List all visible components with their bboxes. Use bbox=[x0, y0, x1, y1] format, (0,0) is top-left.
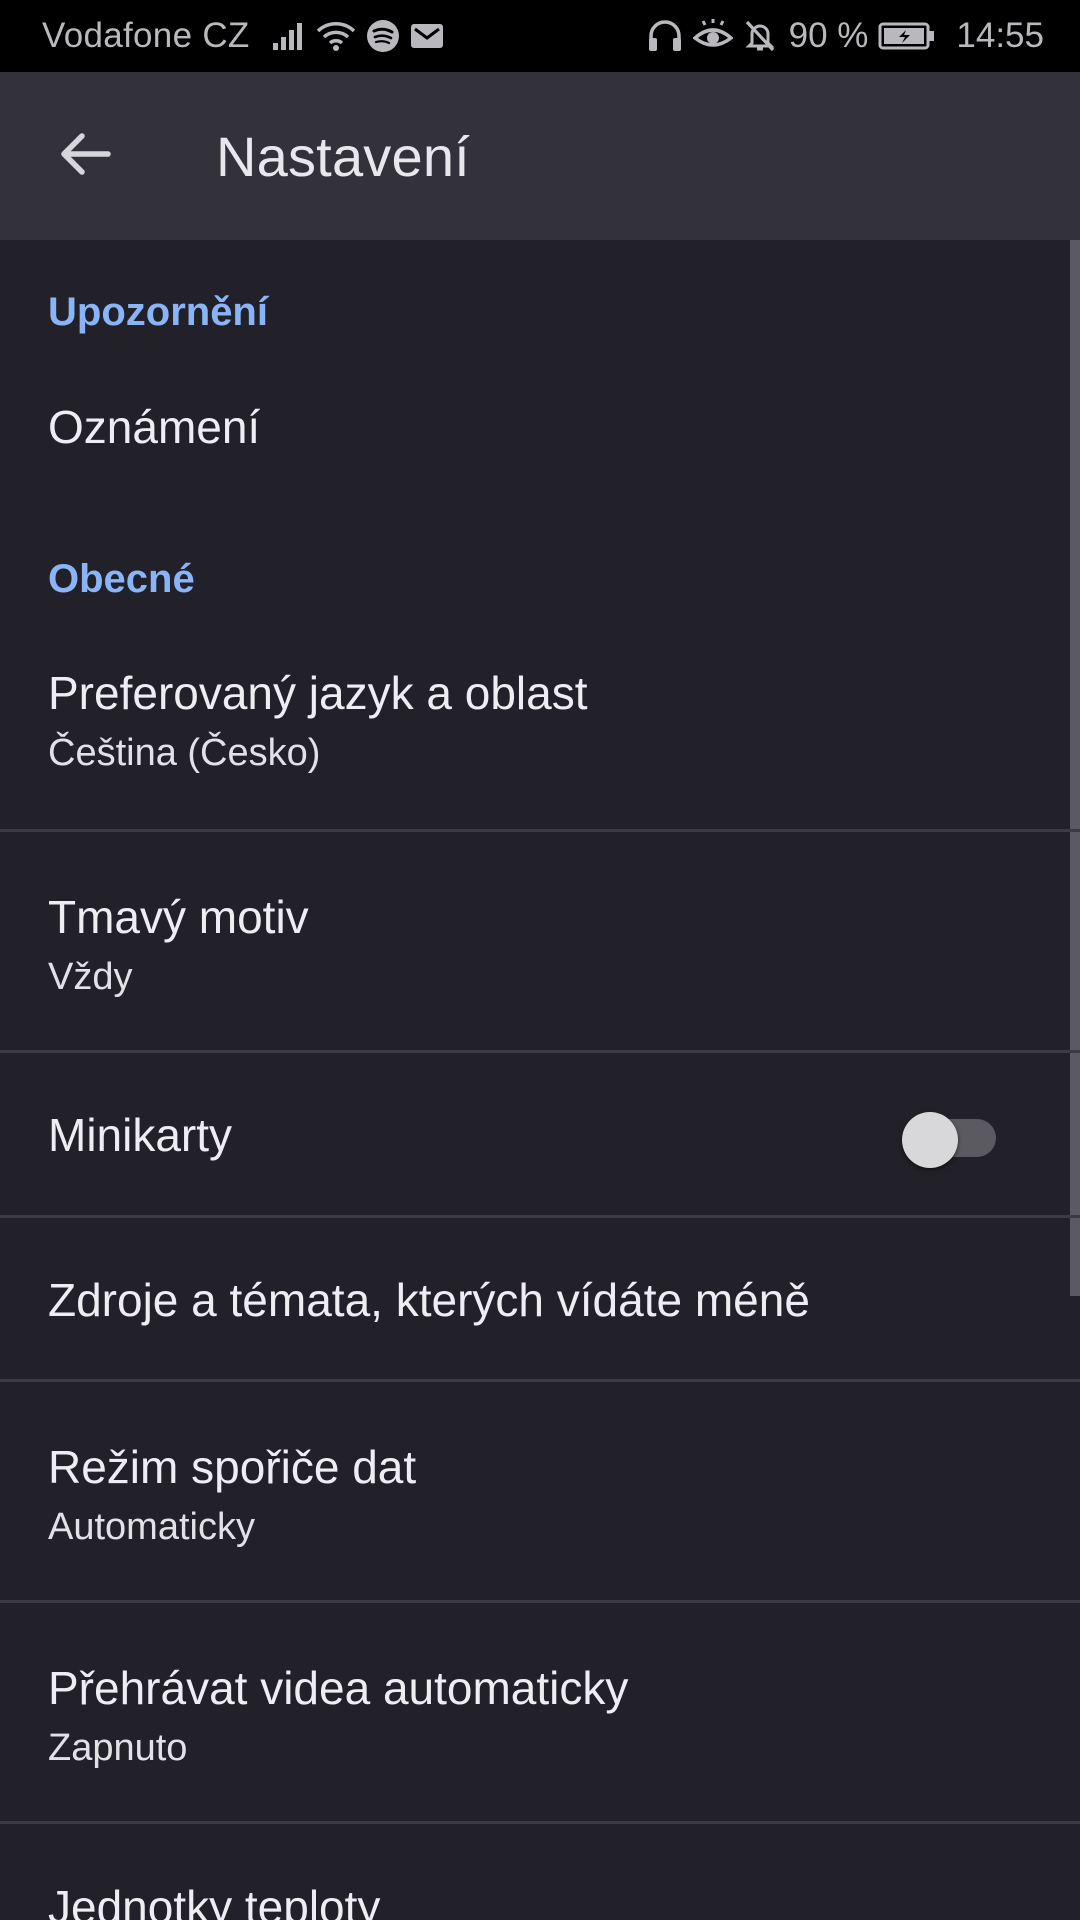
pref-summary: Čeština (Česko) bbox=[48, 732, 321, 774]
app-bar: Nastavení bbox=[0, 72, 1080, 240]
pref-notifications[interactable]: Oznámení bbox=[0, 380, 1070, 520]
spotify-icon bbox=[366, 19, 400, 53]
clock: 14:55 bbox=[956, 16, 1044, 55]
mail-icon bbox=[410, 22, 444, 50]
minicards-toggle[interactable] bbox=[898, 1107, 1002, 1168]
pref-dark-theme[interactable]: Tmavý motiv Vždy bbox=[0, 832, 1070, 1050]
section-header-notifications: Upozornění bbox=[48, 290, 268, 334]
pref-temperature[interactable]: Jednotky teploty bbox=[0, 1824, 1070, 1920]
status-bar-right: 90 % 14:55 bbox=[647, 16, 1044, 56]
scrollbar[interactable] bbox=[1070, 240, 1080, 1296]
battery-icon bbox=[878, 21, 936, 51]
wifi-icon bbox=[316, 20, 356, 52]
status-bar: Vodafone CZ 90 % 14:55 bbox=[0, 0, 1080, 72]
toggle-thumb bbox=[902, 1112, 958, 1168]
pref-summary: Vždy bbox=[48, 956, 133, 998]
pref-title: Minikarty bbox=[48, 1109, 233, 1161]
pref-title: Režim spořiče dat bbox=[48, 1441, 417, 1493]
settings-screen: Vodafone CZ 90 % 14:55 Nastavení Upozorn… bbox=[0, 0, 1080, 1920]
pref-title: Tmavý motiv bbox=[48, 891, 309, 943]
signal-icon bbox=[272, 21, 306, 51]
bell-off-icon bbox=[743, 19, 777, 53]
pref-title: Preferovaný jazyk a oblast bbox=[48, 667, 588, 719]
battery-percent: 90 % bbox=[788, 16, 869, 55]
headphones-icon bbox=[647, 19, 683, 53]
page-title: Nastavení bbox=[216, 124, 470, 188]
section-header-general: Obecné bbox=[48, 557, 195, 601]
pref-data-saver[interactable]: Režim spořiče dat Automaticky bbox=[0, 1382, 1070, 1600]
carrier-name: Vodafone CZ bbox=[42, 16, 250, 55]
status-bar-left: Vodafone CZ bbox=[42, 16, 454, 56]
pref-sources[interactable]: Zdroje a témata, kterých vídáte méně bbox=[0, 1218, 1070, 1380]
pref-language[interactable]: Preferovaný jazyk a oblast Čeština (Česk… bbox=[0, 640, 1070, 830]
pref-title: Jednotky teploty bbox=[48, 1881, 381, 1920]
pref-title: Oznámení bbox=[48, 401, 261, 453]
pref-title: Zdroje a témata, kterých vídáte méně bbox=[48, 1274, 810, 1326]
back-button[interactable] bbox=[0, 72, 168, 240]
eye-icon bbox=[692, 19, 733, 53]
pref-title: Přehrávat videa automaticky bbox=[48, 1662, 629, 1714]
arrow-back-icon bbox=[56, 130, 112, 183]
pref-autoplay[interactable]: Přehrávat videa automaticky Zapnuto bbox=[0, 1603, 1070, 1821]
pref-summary: Zapnuto bbox=[48, 1727, 188, 1769]
pref-summary: Automaticky bbox=[48, 1506, 255, 1548]
